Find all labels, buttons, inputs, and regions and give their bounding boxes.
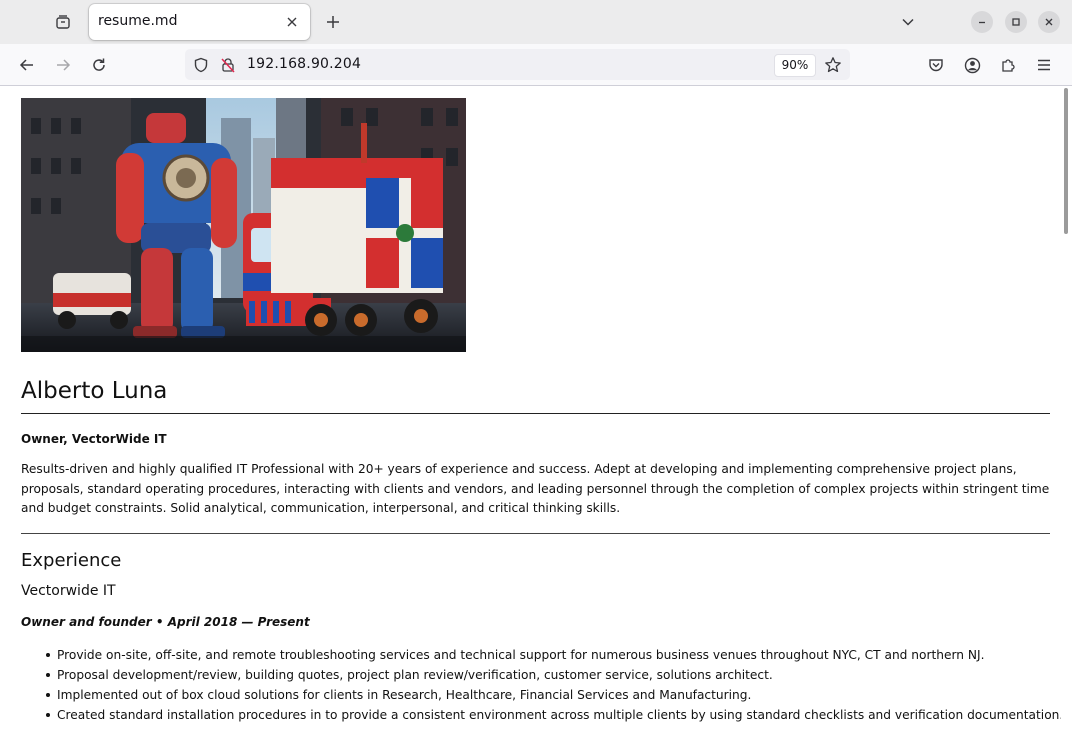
list-item: Created standard installation procedures… <box>46 705 1061 725</box>
minimize-icon[interactable] <box>971 11 993 33</box>
experience-bullet-list: Provide on-site, off-site, and remote tr… <box>21 645 1061 725</box>
close-window-icon[interactable] <box>1038 11 1060 33</box>
plus-icon[interactable] <box>321 10 345 34</box>
list-item: Implemented out of box cloud solutions f… <box>46 685 1050 705</box>
close-icon[interactable] <box>282 12 302 32</box>
vertical-scrollbar[interactable] <box>1061 86 1072 729</box>
list-item: Proposal development/review, building qu… <box>46 665 1050 685</box>
arrow-left-icon[interactable] <box>14 52 40 78</box>
list-item: Provide on-site, off-site, and remote tr… <box>46 645 1050 665</box>
chevron-down-icon[interactable] <box>896 10 920 34</box>
tab-resume[interactable]: resume.md <box>89 4 310 40</box>
resume-summary: Results-driven and highly qualified IT P… <box>21 462 1050 515</box>
star-icon[interactable] <box>823 55 843 75</box>
job-title: Owner and founder • April 2018 — Present <box>21 614 310 629</box>
tab-bar: resume.md <box>0 0 1072 44</box>
reload-icon[interactable] <box>86 52 112 78</box>
resume-document: Alberto Luna Owner, VectorWide IT Result… <box>21 98 1061 725</box>
resume-name: Alberto Luna <box>21 376 1050 414</box>
experience-heading: Experience <box>21 549 122 571</box>
maximize-icon[interactable] <box>1005 11 1027 33</box>
scrollbar-thumb[interactable] <box>1064 88 1068 234</box>
puzzle-icon[interactable] <box>996 53 1020 77</box>
zoom-level-badge[interactable]: 90% <box>774 54 816 77</box>
url-bar[interactable]: 192.168.90.204 90% <box>185 49 850 80</box>
arrow-right-icon[interactable] <box>50 52 76 78</box>
account-icon[interactable] <box>960 53 984 77</box>
company-name: Vectorwide IT <box>21 582 116 599</box>
shield-icon[interactable] <box>192 56 210 74</box>
navigation-toolbar: 192.168.90.204 90% <box>0 44 1072 86</box>
hero-image <box>21 98 466 352</box>
url-text[interactable]: 192.168.90.204 <box>247 56 361 72</box>
hamburger-menu-icon[interactable] <box>1032 53 1056 77</box>
tab-list-icon[interactable] <box>50 10 76 34</box>
lock-slash-icon[interactable] <box>219 56 237 74</box>
pocket-icon[interactable] <box>924 53 948 77</box>
page-viewport: Alberto Luna Owner, VectorWide IT Result… <box>0 86 1061 729</box>
tab-title: resume.md <box>98 13 178 29</box>
resume-role: Owner, VectorWide IT <box>21 432 167 446</box>
horizontal-rule <box>21 532 1050 534</box>
